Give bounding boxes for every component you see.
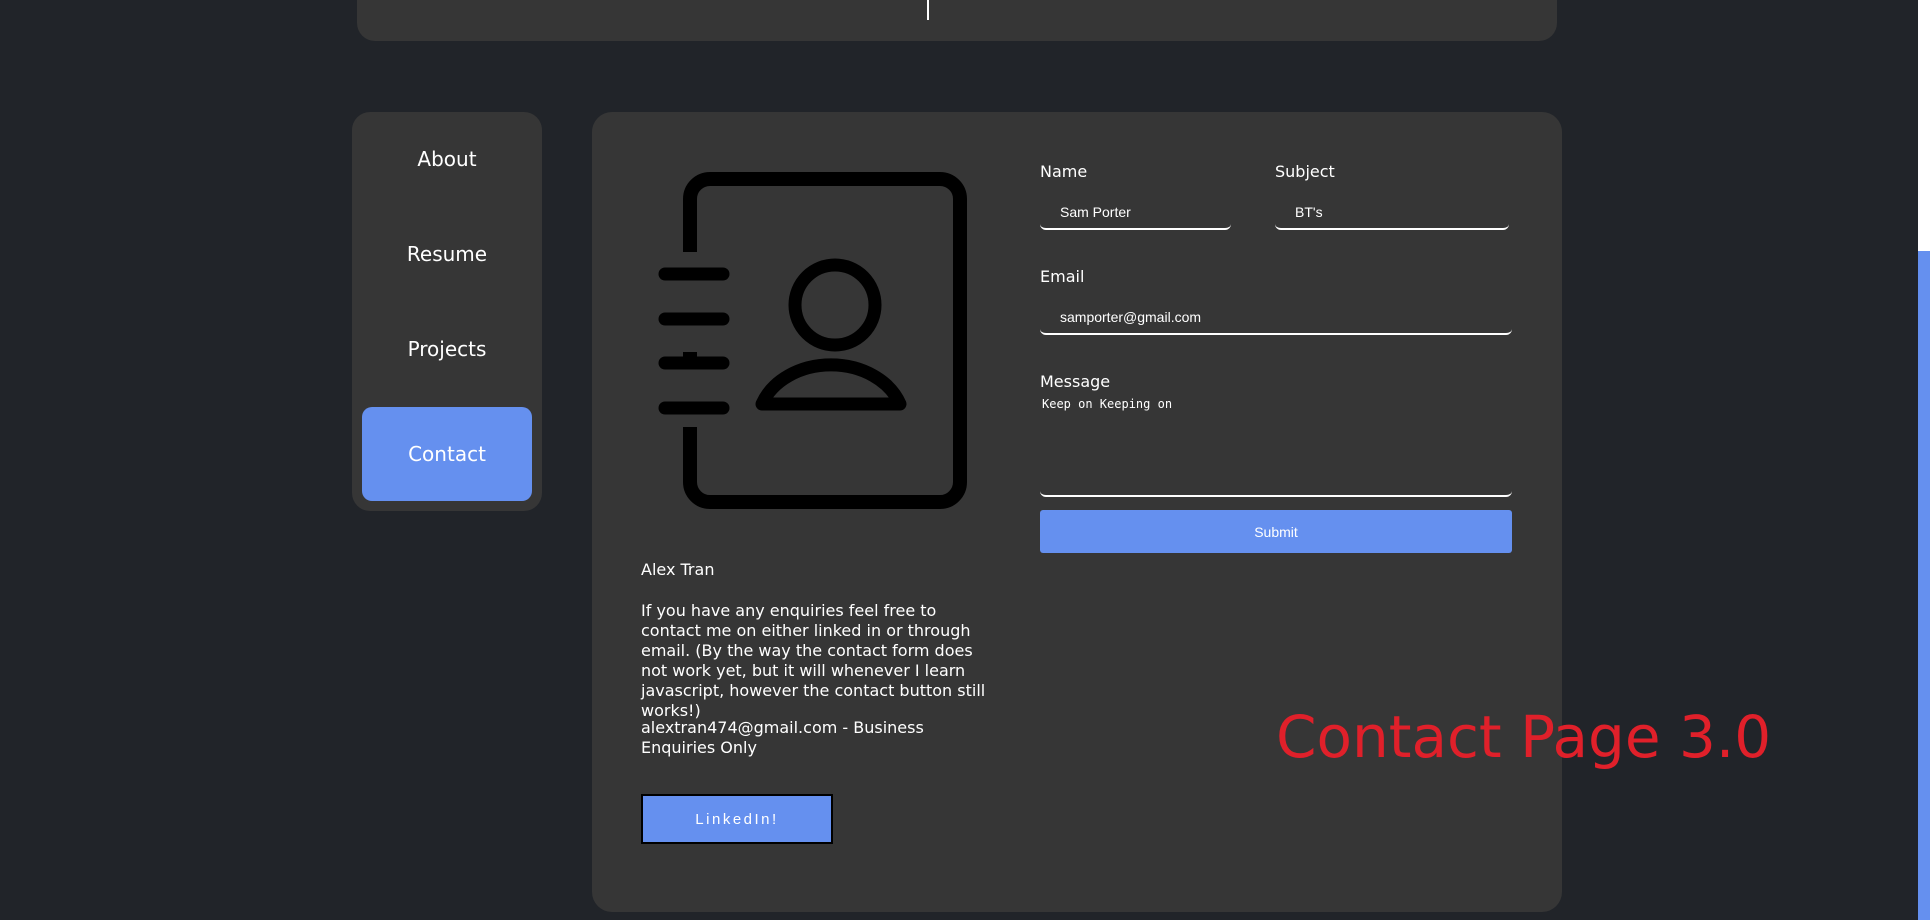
name-label: Name [1040,162,1088,181]
linkedin-button[interactable]: LinkedIn! [641,794,833,844]
sidebar-nav: About Resume Projects Contact [352,112,542,511]
contact-book-icon [658,172,967,509]
submit-button[interactable]: Submit [1040,510,1512,553]
nav-item-about[interactable]: About [362,112,532,206]
message-field[interactable]: Keep on Keeping on [1040,397,1512,497]
page: About Resume Projects Contact Alex Tran … [0,0,1930,920]
contact-name: Alex Tran [641,560,715,579]
contact-email: alextran474@gmail.com - Business Enquiri… [641,718,924,757]
version-watermark: Contact Page 3.0 [1276,703,1772,771]
contact-description: If you have any enquiries feel free to c… [641,601,986,720]
subject-field[interactable]: BT's [1275,196,1509,230]
scrollbar-thumb[interactable] [1918,251,1930,920]
text-cursor [927,0,929,20]
email-label: Email [1040,267,1085,286]
name-field[interactable]: Sam Porter [1040,196,1231,230]
nav-item-resume[interactable]: Resume [362,207,532,301]
subject-label: Subject [1275,162,1335,181]
nav-item-contact[interactable]: Contact [362,407,532,501]
nav-item-projects[interactable]: Projects [362,302,532,396]
top-panel [357,0,1557,41]
message-label: Message [1040,372,1111,391]
email-field[interactable]: samporter@gmail.com [1040,301,1512,335]
